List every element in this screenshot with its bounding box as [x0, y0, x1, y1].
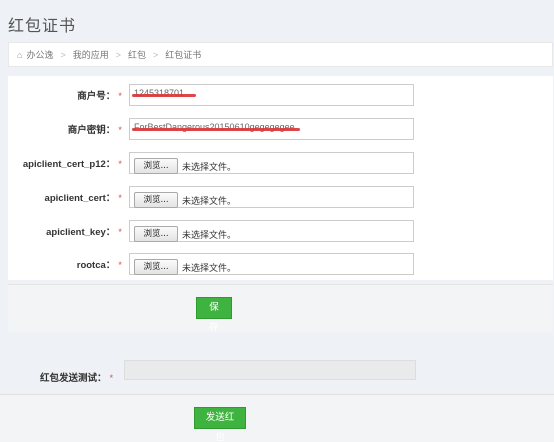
- breadcrumb: ⌂ 办公逸 > 我的应用 > 红包 > 红包证书: [8, 42, 553, 67]
- certificate-form: 商户号： * 1245318701 商户密钥： * ForBestDangerous…: [8, 76, 553, 280]
- required-mark: *: [109, 373, 114, 384]
- required-mark: *: [118, 260, 122, 271]
- form-actions: 保存: [8, 284, 553, 333]
- page-title: 红包证书: [8, 18, 77, 35]
- redaction-mark: [132, 128, 300, 131]
- merchant-key-label: 商户密钥： *: [67, 125, 122, 136]
- file-status: 未选择文件。: [182, 196, 237, 206]
- merchant-id-label: 商户号： *: [77, 91, 122, 102]
- breadcrumb-item-hongbao[interactable]: 红包: [128, 48, 146, 61]
- send-actions: 发送红包: [0, 394, 554, 442]
- home-icon: ⌂: [17, 49, 23, 60]
- merchant-key-row: 商户密钥： * ForBestDangerous20150610gegegegee: [8, 118, 553, 142]
- save-button[interactable]: 保存: [196, 297, 232, 333]
- breadcrumb-item-current: 红包证书: [165, 50, 202, 60]
- browse-button[interactable]: 浏览...: [134, 226, 178, 242]
- cert-p12-file-input: 浏览... 未选择文件。: [129, 152, 414, 174]
- send-test-row: 红包发送测试： *: [8, 360, 553, 384]
- file-status: 未选择文件。: [182, 162, 237, 172]
- send-hongbao-button[interactable]: 发送红包: [194, 407, 246, 442]
- required-mark: *: [118, 193, 122, 204]
- cert-label: apiclient_cert： *: [44, 193, 122, 204]
- file-row-cert-p12: apiclient_cert_p12： * 浏览... 未选择文件。: [8, 152, 553, 176]
- file-row-cert: apiclient_cert： * 浏览... 未选择文件。: [8, 186, 553, 210]
- merchant-key-input[interactable]: ForBestDangerous20150610gegegegee: [129, 118, 414, 140]
- file-status: 未选择文件。: [182, 230, 237, 240]
- browse-button[interactable]: 浏览...: [134, 259, 178, 275]
- required-mark: *: [118, 159, 122, 170]
- merchant-id-row: 商户号： * 1245318701: [8, 84, 553, 108]
- rootca-file-input: 浏览... 未选择文件。: [129, 253, 414, 275]
- cert-p12-label: apiclient_cert_p12： *: [22, 159, 122, 170]
- breadcrumb-separator: >: [60, 49, 66, 60]
- breadcrumb-item-my-apps[interactable]: 我的应用: [73, 48, 109, 61]
- merchant-id-input[interactable]: 1245318701: [129, 84, 414, 106]
- breadcrumb-item-home[interactable]: 办公逸: [26, 48, 53, 61]
- file-row-key: apiclient_key： * 浏览... 未选择文件。: [8, 220, 553, 244]
- key-file-input: 浏览... 未选择文件。: [129, 220, 414, 242]
- cert-file-input: 浏览... 未选择文件。: [129, 186, 414, 208]
- key-label: apiclient_key： *: [46, 227, 122, 238]
- rootca-label: rootca： *: [76, 260, 122, 271]
- breadcrumb-separator: >: [153, 49, 159, 60]
- breadcrumb-separator: >: [115, 49, 121, 60]
- file-row-rootca: rootca： * 浏览... 未选择文件。: [8, 253, 553, 277]
- redaction-mark: [132, 94, 196, 97]
- send-test-label: 红包发送测试： *: [40, 373, 114, 384]
- send-test-input[interactable]: [124, 360, 416, 380]
- file-status: 未选择文件。: [182, 263, 237, 273]
- required-mark: *: [118, 227, 122, 238]
- required-mark: *: [118, 125, 122, 136]
- browse-button[interactable]: 浏览...: [134, 192, 178, 208]
- browse-button[interactable]: 浏览...: [134, 158, 178, 174]
- required-mark: *: [118, 91, 122, 102]
